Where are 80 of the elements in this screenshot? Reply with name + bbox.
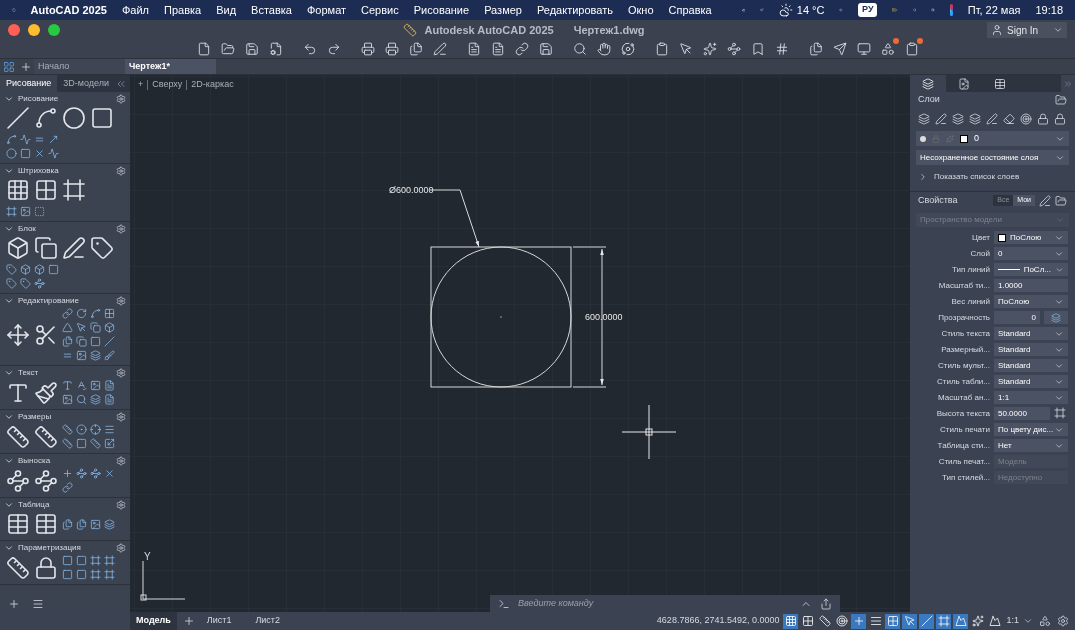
property-label: Стиль текста — [940, 327, 990, 340]
layout-tab[interactable]: Лист1 — [200, 612, 238, 630]
view-control[interactable]: Сверху — [152, 78, 183, 92]
property-dropdown[interactable]: По цвету дис... — [994, 423, 1068, 436]
property-label: Стиль табли... — [935, 375, 990, 388]
property-label: Высота текста — [935, 407, 990, 420]
property-dropdown[interactable]: Standard — [994, 375, 1068, 388]
menu-item[interactable]: Файл — [121, 1, 149, 19]
section-title[interactable]: Размеры — [18, 411, 52, 423]
section-title[interactable]: Штриховка — [18, 165, 59, 177]
property-label: Стиль печат... — [937, 455, 990, 468]
app-menu[interactable]: AutoCAD 2025 — [30, 1, 107, 19]
section-title[interactable]: Параметризация — [18, 542, 81, 554]
section-title[interactable]: Редактирование — [18, 295, 79, 307]
property-dropdown[interactable]: Standard — [994, 359, 1068, 372]
palette-tab[interactable]: 3D-модели — [57, 75, 116, 92]
section-title[interactable]: Таблица — [18, 499, 50, 511]
property-dropdown[interactable]: Standard — [994, 327, 1068, 340]
menu-item[interactable]: Вид — [216, 1, 237, 19]
section-title[interactable]: Текст — [18, 367, 39, 379]
property-dropdown[interactable]: 0 — [994, 247, 1068, 260]
show-layer-list-link[interactable]: Показать список слоев — [934, 171, 1020, 183]
property-dropdown[interactable]: ПоСлою — [994, 295, 1068, 308]
property-label: Тип стилей... — [941, 471, 990, 484]
property-label: Прозрачность — [937, 311, 990, 324]
menu-item[interactable]: Сервис — [361, 1, 399, 19]
document-tab[interactable]: Чертеж1* — [125, 59, 216, 74]
layer-dropdown[interactable]: 0 — [916, 131, 1069, 146]
property-dropdown[interactable]: 1:1 — [994, 391, 1068, 404]
property-label: Тип линий — [950, 263, 990, 276]
property-label: Масштаб ти... — [937, 279, 990, 292]
menu-time[interactable]: 19:18 — [1035, 1, 1064, 19]
property-dropdown[interactable]: ПоСлою — [994, 231, 1068, 244]
property-label: Слой — [969, 247, 990, 260]
diameter-text: Ø600.0000 — [389, 184, 434, 197]
property-field: Модель — [994, 455, 1068, 468]
menu-item[interactable]: Размер — [484, 1, 522, 19]
drawing-canvas[interactable]: + Сверху 2D-каркас Ø600.0000 600.0000 Y Введите команду — [130, 75, 910, 612]
menu-item[interactable]: Окно — [627, 1, 654, 19]
sign-in-button[interactable]: Sign In — [987, 22, 1067, 38]
command-input[interactable]: Введите команду — [518, 596, 792, 611]
property-label: Цвет — [971, 231, 990, 244]
temperature[interactable]: 14 °C — [796, 1, 825, 19]
window-title: Autodesk AutoCAD 2025 — [424, 22, 554, 38]
layout-tab[interactable]: Лист2 — [249, 612, 286, 630]
menu-item[interactable]: Редактировать — [536, 1, 613, 19]
property-dropdown[interactable]: Нет — [994, 439, 1068, 452]
coordinates[interactable]: 4628.7866, 2741.5492, 0.0000 — [652, 614, 784, 628]
dimension-text: 600.0000 — [585, 311, 623, 324]
annotation-scale[interactable]: 1:1 — [1002, 614, 1023, 628]
section-title[interactable]: Блок — [18, 223, 36, 235]
input-language[interactable]: РУ — [858, 3, 878, 17]
panel-title: Свойства — [918, 193, 958, 207]
property-input[interactable]: 1.0000 — [994, 279, 1068, 292]
property-label: Стиль мульт... — [936, 359, 990, 372]
transparency-input[interactable]: 0 — [994, 311, 1040, 324]
property-label: Вес линий — [950, 295, 990, 308]
menu-item[interactable]: Вставка — [251, 1, 292, 19]
section-title[interactable]: Выноска — [18, 455, 51, 467]
menu-item[interactable]: Формат — [307, 1, 347, 19]
menu-date[interactable]: Пт, 22 мая — [967, 1, 1021, 19]
panel-title: Слои — [918, 92, 940, 106]
layer-state-dropdown[interactable]: Несохраненное состояние слоя — [916, 150, 1069, 165]
property-dropdown[interactable]: ПоСл... — [994, 263, 1068, 276]
section-title[interactable]: Рисование — [18, 93, 59, 105]
menu-item[interactable]: Справка — [668, 1, 712, 19]
menu-item[interactable]: Рисование — [413, 1, 470, 19]
document-tab[interactable]: Начало — [34, 59, 125, 74]
property-label: Стиль печати — [938, 423, 990, 436]
file-name: Чертеж1.dwg — [573, 22, 645, 38]
property-input[interactable]: 50.0000 — [994, 407, 1050, 420]
visual-style-control[interactable]: 2D-каркас — [191, 78, 234, 92]
layout-tab[interactable]: Модель — [130, 612, 177, 630]
viewport-menu[interactable]: + — [138, 78, 144, 92]
ucs-axis-label: Y — [144, 550, 151, 564]
property-label: Таблица сти... — [936, 439, 990, 452]
property-label: Размерный... — [940, 343, 990, 356]
property-label: Масштаб ан... — [937, 391, 990, 404]
property-dropdown[interactable]: Standard — [994, 343, 1068, 356]
menu-item[interactable]: Правка — [164, 1, 202, 19]
